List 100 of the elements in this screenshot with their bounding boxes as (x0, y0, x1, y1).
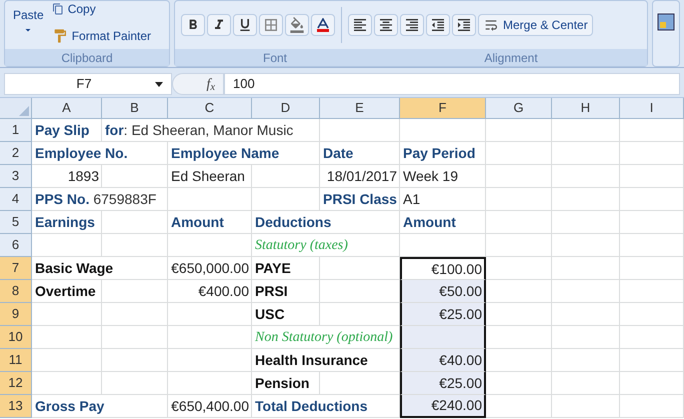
table-cell[interactable] (620, 349, 684, 372)
selected-cell[interactable]: €240.00 (400, 395, 486, 418)
column-header[interactable]: F (400, 98, 486, 119)
table-cell[interactable] (486, 211, 552, 234)
table-cell[interactable]: Amount (400, 211, 486, 234)
table-cell[interactable]: PRSI (252, 280, 320, 303)
table-cell[interactable]: PAYE (252, 257, 320, 280)
table-cell[interactable] (552, 257, 620, 280)
paste-button[interactable]: Paste (5, 0, 52, 49)
row-header[interactable]: 9 (0, 303, 32, 326)
table-cell[interactable] (252, 188, 320, 211)
table-cell[interactable]: A1 (400, 188, 486, 211)
table-cell[interactable] (552, 349, 620, 372)
underline-button[interactable] (233, 14, 257, 36)
table-cell[interactable] (552, 234, 620, 257)
table-cell[interactable] (552, 372, 620, 395)
table-cell[interactable] (486, 188, 552, 211)
table-cell[interactable] (486, 119, 552, 142)
column-header[interactable]: D (252, 98, 320, 119)
selected-cell[interactable] (400, 326, 486, 349)
table-cell[interactable] (168, 326, 252, 349)
table-cell[interactable]: Date (320, 142, 400, 165)
column-header[interactable]: E (320, 98, 400, 119)
table-cell[interactable]: 18/01/2017 (320, 165, 400, 188)
column-header[interactable]: H (552, 98, 620, 119)
table-cell[interactable] (486, 142, 552, 165)
table-cell[interactable] (102, 349, 168, 372)
table-cell[interactable]: Deductions (252, 211, 400, 234)
table-cell[interactable] (552, 280, 620, 303)
table-cell[interactable] (168, 372, 252, 395)
row-header[interactable]: 2 (0, 142, 32, 165)
table-cell[interactable] (102, 211, 168, 234)
table-cell[interactable] (32, 234, 102, 257)
merge-center-button[interactable]: Merge & Center (478, 14, 593, 36)
row-header[interactable]: 11 (0, 349, 32, 372)
table-cell[interactable]: €650,400.00 (168, 395, 252, 418)
column-header[interactable]: C (168, 98, 252, 119)
table-cell[interactable]: 1893 (32, 165, 102, 188)
table-cell[interactable] (320, 257, 400, 280)
table-cell[interactable] (552, 188, 620, 211)
table-cell[interactable] (552, 142, 620, 165)
column-header[interactable]: A (32, 98, 102, 119)
table-cell[interactable] (552, 165, 620, 188)
table-cell[interactable] (552, 326, 620, 349)
table-cell[interactable] (620, 188, 684, 211)
table-cell[interactable] (620, 119, 684, 142)
table-cell[interactable] (486, 326, 552, 349)
table-cell[interactable] (102, 303, 168, 326)
table-cell[interactable] (486, 257, 552, 280)
table-cell[interactable] (620, 303, 684, 326)
italic-button[interactable] (207, 14, 231, 36)
table-cell[interactable]: Gross Pay (32, 395, 168, 418)
table-cell[interactable] (102, 326, 168, 349)
formula-input[interactable]: 100 (224, 73, 680, 95)
table-cell[interactable] (168, 234, 252, 257)
table-cell[interactable] (620, 257, 684, 280)
selected-cell[interactable]: €40.00 (400, 349, 486, 372)
selected-cell[interactable]: €100.00 (400, 257, 486, 280)
table-cell[interactable]: Health Insurance (252, 349, 400, 372)
table-cell[interactable] (320, 303, 400, 326)
align-center-button[interactable] (374, 14, 398, 36)
fill-color-button[interactable] (285, 14, 309, 36)
table-cell[interactable] (486, 303, 552, 326)
table-cell[interactable] (620, 395, 684, 418)
table-cell[interactable] (486, 395, 552, 418)
table-cell[interactable] (620, 280, 684, 303)
table-cell[interactable] (486, 165, 552, 188)
table-cell[interactable] (620, 211, 684, 234)
align-right-button[interactable] (400, 14, 424, 36)
table-cell[interactable] (486, 372, 552, 395)
row-header[interactable]: 1 (0, 119, 32, 142)
table-cell[interactable]: Employee Name (168, 142, 320, 165)
table-cell[interactable] (620, 142, 684, 165)
table-cell[interactable]: Earnings (32, 211, 102, 234)
table-cell[interactable]: Basic Wage (32, 257, 168, 280)
table-cell[interactable]: Week 19 (400, 165, 486, 188)
row-header[interactable]: 4 (0, 188, 32, 211)
table-cell[interactable] (486, 349, 552, 372)
table-cell[interactable] (102, 280, 168, 303)
format-painter-button[interactable]: Format Painter (52, 27, 152, 45)
select-all-corner[interactable] (0, 98, 32, 119)
table-cell[interactable] (620, 326, 684, 349)
table-cell[interactable] (252, 165, 320, 188)
selected-cell[interactable]: €50.00 (400, 280, 486, 303)
table-cell[interactable] (552, 303, 620, 326)
table-cell[interactable] (168, 303, 252, 326)
table-cell[interactable] (486, 280, 552, 303)
table-cell[interactable]: PPS No. 6759883F (32, 188, 168, 211)
column-header[interactable]: I (620, 98, 684, 119)
table-cell[interactable] (32, 372, 102, 395)
table-cell[interactable] (400, 234, 486, 257)
table-cell[interactable] (32, 326, 102, 349)
name-box[interactable]: F7 (4, 73, 172, 95)
table-cell[interactable] (320, 280, 400, 303)
row-header[interactable]: 12 (0, 372, 32, 395)
table-cell[interactable]: for: Ed Sheeran, Manor Music (102, 119, 320, 142)
selected-cell[interactable]: €25.00 (400, 372, 486, 395)
align-left-button[interactable] (348, 14, 372, 36)
table-cell[interactable]: Pay Period (400, 142, 486, 165)
table-cell[interactable] (552, 211, 620, 234)
